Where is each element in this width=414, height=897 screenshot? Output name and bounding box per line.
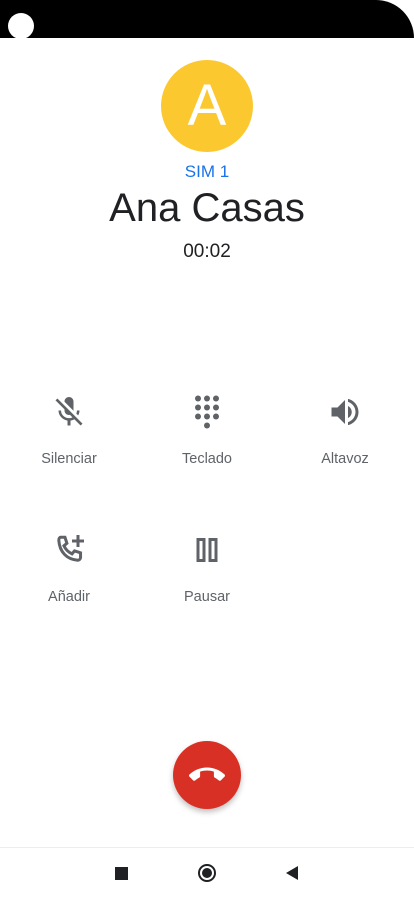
keypad-button[interactable]: Teclado <box>142 394 272 467</box>
add-call-icon <box>57 535 84 562</box>
caller-name: Ana Casas <box>109 186 305 230</box>
triangle-back-icon <box>286 866 298 880</box>
hold-button[interactable]: Pausar <box>142 532 272 605</box>
square-icon <box>114 866 128 880</box>
speaker-button[interactable]: Altavoz <box>280 394 410 467</box>
mic-off-icon <box>55 397 83 426</box>
recents-button[interactable] <box>110 862 132 884</box>
add-call-label: Añadir <box>48 589 90 605</box>
hold-label: Pausar <box>184 589 230 605</box>
status-bar-corner <box>344 0 414 38</box>
hang-up-icon <box>189 767 225 781</box>
back-button[interactable] <box>281 862 303 884</box>
sim-label: SIM 1 <box>184 162 230 181</box>
home-button[interactable] <box>196 862 218 884</box>
avatar-initial: A <box>187 73 227 138</box>
dialpad-icon <box>195 395 219 429</box>
speaker-label: Altavoz <box>321 451 369 467</box>
call-timer: 00:02 <box>183 241 231 262</box>
keypad-label: Teclado <box>182 451 232 467</box>
end-call-button[interactable] <box>173 741 241 809</box>
pause-icon <box>196 538 218 562</box>
speaker-icon <box>331 398 359 426</box>
mute-button[interactable]: Silenciar <box>4 394 134 467</box>
avatar: A <box>161 60 253 152</box>
navigation-bar <box>0 847 414 897</box>
circle-icon <box>198 864 216 882</box>
mute-label: Silenciar <box>41 451 97 467</box>
camera-cutout <box>8 13 34 39</box>
add-call-button[interactable]: Añadir <box>4 532 134 605</box>
